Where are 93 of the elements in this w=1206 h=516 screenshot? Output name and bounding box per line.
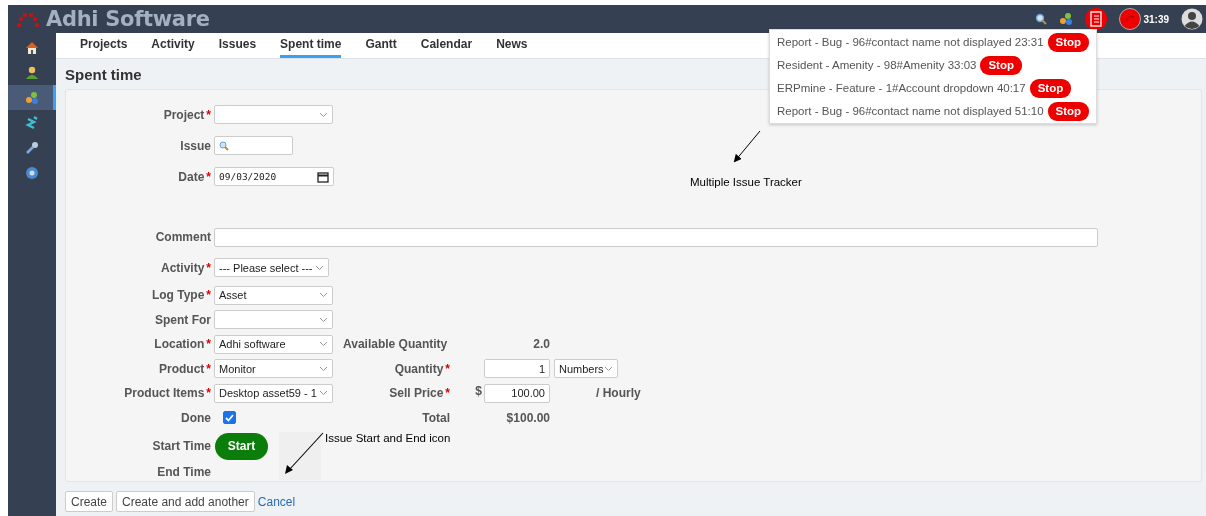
field-label: Log Type — [151, 288, 205, 303]
checkbox[interactable] — [223, 411, 236, 425]
arrow — [285, 432, 324, 474]
search-field[interactable] — [214, 136, 293, 155]
zigzag-icon — [25, 115, 39, 130]
required-mark: * — [445, 361, 450, 376]
field-label: Product — [159, 361, 205, 376]
timer-entry[interactable]: Report - Bug - 96#contact name not displayed 51:10 — [777, 105, 1044, 117]
home-icon — [25, 40, 39, 55]
wrench-icon — [25, 140, 39, 155]
timer-entry[interactable]: Report - Bug - 96#contact name not displayed 23:31 — [777, 36, 1044, 48]
caret-icon — [315, 264, 324, 271]
arrow — [733, 130, 761, 163]
record-icon[interactable] — [1119, 8, 1142, 30]
required-mark: * — [206, 107, 211, 122]
required-mark: * — [206, 337, 211, 352]
calendar-icon — [317, 170, 329, 183]
caret-icon — [604, 365, 613, 372]
caret-icon — [319, 390, 328, 397]
field-label: Done — [181, 410, 211, 425]
app-title: Adhi Software — [46, 7, 210, 31]
value-text: 2.0 — [533, 337, 550, 352]
field-label: Sell Price — [389, 386, 444, 401]
field-label: Project — [163, 107, 205, 122]
price-field[interactable]: 100.00 — [484, 383, 550, 403]
notebook-icon[interactable] — [1085, 8, 1108, 30]
dropdown-field[interactable]: --- Please select --- — [214, 258, 329, 278]
value-text: $100.00 — [506, 410, 550, 425]
cancel-link[interactable]: Cancel — [257, 494, 296, 509]
tab[interactable]: News — [496, 33, 528, 58]
stop-button[interactable]: Stop — [1047, 101, 1090, 121]
dropdown-field[interactable]: Desktop asset59 - 1 — [214, 383, 333, 403]
required-mark: * — [206, 260, 211, 275]
currency-symbol: $ — [475, 383, 482, 398]
timer-entry[interactable]: ERPmine - Feature - 1#Account dropdown 40:17 — [777, 82, 1026, 94]
person-icon — [25, 65, 39, 80]
field-label: Date — [178, 169, 205, 184]
stop-button[interactable]: Stop — [1047, 32, 1090, 52]
field-label: Product Items — [124, 386, 205, 401]
form-button[interactable]: Create — [65, 491, 114, 512]
search-icon — [219, 140, 229, 151]
field-label: Issue — [180, 138, 211, 153]
avatar-icon[interactable] — [1181, 8, 1203, 30]
help-icon — [25, 165, 39, 180]
caret-icon — [319, 316, 328, 323]
stop-button[interactable]: Stop — [980, 55, 1022, 75]
dropdown-field[interactable] — [214, 310, 333, 330]
field-label: Location — [154, 337, 205, 352]
circles-icon[interactable] — [1059, 12, 1074, 26]
field-label: Quantity — [394, 361, 444, 376]
date-field[interactable]: 09/03/2020 — [214, 167, 334, 186]
field-label: Activity — [160, 260, 205, 275]
rate-unit: / Hourly — [596, 386, 641, 401]
comment-field[interactable] — [214, 227, 1098, 247]
dropdown-field[interactable]: Monitor — [214, 359, 333, 379]
required-mark: * — [206, 288, 211, 303]
required-mark: * — [206, 386, 211, 401]
required-mark: * — [206, 361, 211, 376]
start-button[interactable]: Start — [215, 432, 268, 460]
tab[interactable]: Spent time — [280, 33, 342, 58]
search-icon[interactable] — [1035, 13, 1048, 25]
field-label: End Time — [157, 465, 211, 480]
caret-icon — [319, 365, 328, 372]
quantity-field[interactable]: 1 — [484, 359, 550, 379]
stop-button[interactable]: Stop — [1029, 78, 1072, 98]
form-button[interactable]: Create and add another — [116, 491, 255, 512]
tab[interactable]: Gantt — [365, 33, 397, 58]
checkmark-icon — [225, 413, 234, 422]
caret-icon — [319, 111, 328, 118]
page-title: Spent time — [65, 66, 142, 83]
dropdown-field[interactable]: Asset — [214, 285, 333, 305]
field-label: Start Time — [152, 439, 211, 453]
field-label: Spent For — [155, 312, 211, 327]
dropdown-field[interactable] — [214, 105, 333, 124]
dropdown-field[interactable]: Adhi software — [214, 334, 333, 354]
caret-icon — [319, 292, 328, 299]
tab[interactable]: Projects — [80, 33, 128, 58]
timer-text: 31:39 — [1143, 13, 1169, 25]
annotation-text: Issue Start and End icon — [325, 432, 451, 444]
required-mark: * — [445, 386, 450, 401]
tab[interactable]: Issues — [218, 33, 257, 58]
tab[interactable]: Calendar — [420, 33, 473, 58]
field-label: Available Quantity — [343, 337, 448, 352]
circles-icon — [25, 90, 39, 105]
required-mark: * — [206, 169, 211, 184]
timer-entry[interactable]: Resident - Amenity - 98#Amenity 33:03 — [777, 59, 977, 71]
field-label: Comment — [155, 230, 211, 245]
tab[interactable]: Activity — [151, 33, 195, 58]
caret-icon — [319, 341, 328, 348]
logo-icon — [16, 11, 40, 27]
unit-dropdown[interactable]: Numbers — [554, 359, 618, 379]
field-label: Total — [422, 410, 450, 425]
annotation-text: Multiple Issue Tracker — [690, 175, 802, 188]
